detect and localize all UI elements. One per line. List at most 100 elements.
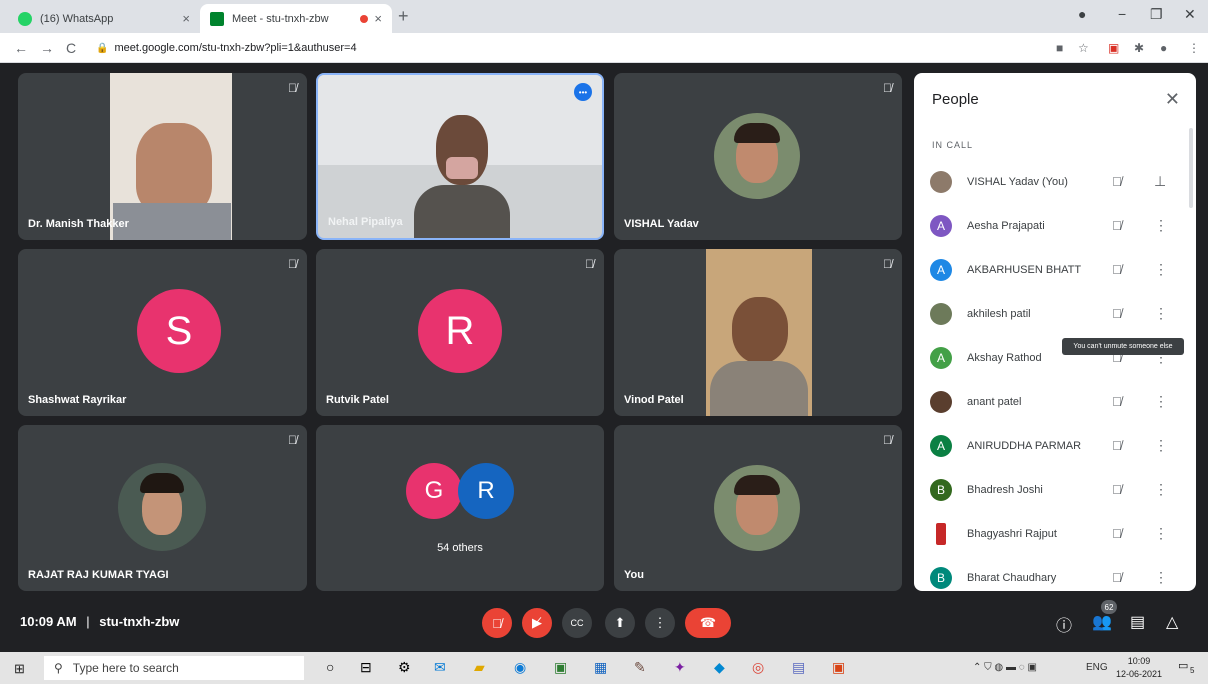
forward-icon[interactable]: → [40,40,54,56]
video-tile-active[interactable]: ••• Nehal Pipaliya [316,73,604,240]
list-item[interactable]: VISHAL Yadav (You) 🎙̸ ⊥ [914,161,1186,205]
clock-time: 10:09 [1127,656,1151,666]
meeting-info: 10:09 AM | stu-tnxh-zbw [20,614,179,629]
windows-start-icon[interactable]: ⊞ [14,661,25,677]
app-icon[interactable]: ▤ [792,659,805,676]
taskbar-clock[interactable]: 10:09 12-06-2021 [1116,655,1162,681]
chat-icon[interactable]: ▤ [1130,612,1145,632]
people-icon[interactable]: 👥 [1092,612,1112,632]
tab-meet[interactable]: Meet - stu-tnxh-zbw × [200,4,392,33]
profile-circle-icon[interactable]: ● [1078,6,1086,22]
puzzle-icon[interactable]: ✱ [1134,41,1144,55]
person-name: VISHAL Yadav (You) [967,176,1068,188]
more-options-icon[interactable]: ⋮ [1154,393,1168,410]
avatar: S [137,289,221,373]
mic-off-icon: 🎙̸ [883,81,892,95]
cortana-icon[interactable]: ○ [326,659,334,675]
minimize-icon[interactable]: − [1118,6,1126,22]
maximize-icon[interactable]: ❐ [1150,6,1163,23]
app-icon[interactable]: ▣ [832,659,845,676]
captions-button[interactable]: CC [562,608,592,638]
list-item[interactable]: Bhagyashri Rajput 🎙̸ ⋮ [914,513,1186,557]
mail-icon[interactable]: ✉ [434,659,446,676]
people-list: VISHAL Yadav (You) 🎙̸ ⊥ A Aesha Prajapat… [914,161,1186,591]
mic-off-icon: 🎙̸ [288,81,297,95]
more-options-button[interactable]: ⋮ [645,608,675,638]
system-tray-icons[interactable]: ⌃ ⛉ ◍ ▬ ◌ ▣ [973,662,1037,673]
pin-icon[interactable]: ⊥ [1154,173,1166,190]
end-call-button[interactable]: ☎ [685,608,731,638]
language-indicator[interactable]: ENG [1086,662,1108,673]
task-view-icon[interactable]: ⊟ [360,659,372,676]
video-tile[interactable]: 🎙̸ VISHAL Yadav [614,73,902,240]
new-tab-button[interactable]: + [398,6,409,27]
participant-name: Rutvik Patel [326,394,389,406]
close-icon[interactable]: ✕ [1165,89,1180,110]
video-tile[interactable]: R 🎙̸ Rutvik Patel [316,249,604,416]
settings-icon[interactable]: ⚙ [398,659,411,676]
url-text: meet.google.com/stu-tnxh-zbw?pli=1&authu… [114,42,357,54]
video-tile[interactable]: S 🎙̸ Shashwat Rayrikar [18,249,307,416]
app-icon[interactable]: ▣ [554,659,567,676]
avatar [930,171,952,193]
chrome-icon[interactable]: ◎ [752,659,764,676]
video-tile[interactable]: 🎙̸ RAJAT RAJ KUMAR TYAGI [18,425,307,591]
star-icon[interactable]: ☆ [1078,41,1089,55]
person-name: AKBARHUSEN BHATT [967,264,1082,276]
close-window-icon[interactable]: ✕ [1184,6,1196,23]
mic-toggle-button[interactable]: 🎙̸ [482,608,512,638]
camera-toggle-button[interactable]: ▶̸ [522,608,552,638]
avatar: A [930,259,952,281]
close-tab-icon[interactable]: × [374,11,382,26]
mic-off-icon: 🎙̸ [1112,526,1122,541]
close-tab-icon[interactable]: × [182,11,190,26]
person-name: akhilesh patil [967,308,1031,320]
meeting-time: 10:09 AM [20,614,77,629]
list-item[interactable]: B Bharat Chaudhary 🎙̸ ⋮ [914,557,1186,591]
list-item[interactable]: akhilesh patil 🎙̸ ⋮ [914,293,1186,337]
more-options-icon[interactable]: ⋮ [1154,437,1168,454]
others-tile[interactable]: G R 54 others [316,425,604,591]
video-tile[interactable]: 🎙̸ Vinod Patel [614,249,902,416]
more-options-icon[interactable]: ⋮ [1154,261,1168,278]
edge-icon[interactable]: ◉ [514,659,526,676]
avatar [714,465,800,551]
list-item[interactable]: A AKBARHUSEN BHATT 🎙̸ ⋮ [914,249,1186,293]
search-icon: ⚲ [54,661,63,675]
url-field[interactable]: 🔒 meet.google.com/stu-tnxh-zbw?pli=1&aut… [96,38,1056,58]
menu-icon[interactable]: ⋮ [1188,41,1200,55]
mic-off-icon: 🎙̸ [1112,394,1122,409]
search-placeholder: Type here to search [72,661,179,675]
file-explorer-icon[interactable]: ▰ [474,659,485,676]
avatar[interactable]: ● [1160,41,1167,55]
app-icon[interactable]: ▦ [594,659,607,676]
list-item[interactable]: anant patel 🎙̸ ⋮ [914,381,1186,425]
app-icon[interactable]: ✦ [674,659,686,676]
camera-icon[interactable]: ■ [1056,41,1063,55]
video-tile-self[interactable]: 🎙̸ You [614,425,902,591]
info-icon[interactable]: ⓘ [1056,612,1072,636]
person-name: Bharat Chaudhary [967,572,1057,584]
app-icon[interactable]: ✎ [634,659,646,676]
more-options-icon[interactable]: ⋮ [1154,305,1168,322]
list-item[interactable]: B Bhadresh Joshi 🎙̸ ⋮ [914,469,1186,513]
extension-icon[interactable]: ▣ [1108,41,1119,55]
list-item[interactable]: A Aesha Prajapati 🎙̸ ⋮ [914,205,1186,249]
participant-name: You [624,569,644,581]
list-item[interactable]: A ANIRUDDHA PARMAR 🎙̸ ⋮ [914,425,1186,469]
more-options-icon[interactable]: ⋮ [1154,569,1168,586]
notification-icon[interactable]: ▭ [1178,659,1188,672]
video-tile[interactable]: 🎙̸ Dr. Manish Thakker [18,73,307,240]
more-options-icon[interactable]: ⋮ [1154,217,1168,234]
taskbar-search-input[interactable]: ⚲ Type here to search [44,656,304,680]
person-name: Akshay Rathod [967,352,1042,364]
tab-whatsapp[interactable]: (16) WhatsApp × [8,4,200,33]
scrollbar[interactable] [1189,128,1193,208]
activities-icon[interactable]: △ [1166,612,1178,632]
more-options-icon[interactable]: ⋮ [1154,481,1168,498]
back-icon[interactable]: ← [14,40,28,56]
more-options-icon[interactable]: ⋮ [1154,525,1168,542]
present-button[interactable]: ⬆ [605,608,635,638]
reload-icon[interactable]: C [66,40,76,56]
app-icon[interactable]: ◆ [714,659,725,676]
